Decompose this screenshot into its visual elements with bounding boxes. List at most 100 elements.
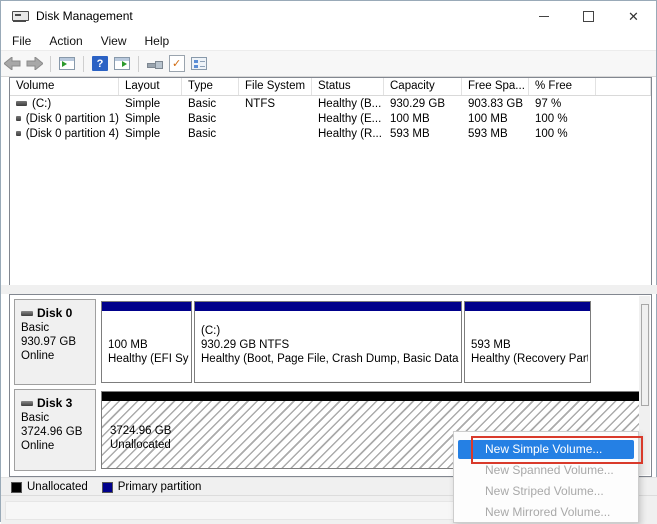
menu-item-new-simple-volume[interactable]: New Simple Volume... xyxy=(454,439,638,460)
toolbar-separator xyxy=(50,56,51,72)
title-bar: Disk Management ✕ xyxy=(1,1,656,31)
unallocated-swatch xyxy=(11,482,22,493)
volume-capacity: 930.29 GB xyxy=(384,98,462,110)
column-header-volume[interactable]: Volume xyxy=(10,78,119,95)
primary-partition-band xyxy=(465,302,590,311)
menu-item-label: New Spanned Volume... xyxy=(485,463,614,477)
volume-type: Basic xyxy=(182,128,239,140)
vertical-scrollbar[interactable] xyxy=(639,296,650,475)
minimize-button[interactable] xyxy=(521,1,566,31)
menu-item-new-spanned-volume: New Spanned Volume... xyxy=(454,460,638,481)
column-header-layout[interactable]: Layout xyxy=(119,78,182,95)
menu-item-label: New Simple Volume... xyxy=(485,442,602,456)
unallocated-size: 3724.96 GB xyxy=(110,424,171,438)
window-title: Disk Management xyxy=(36,9,133,23)
column-header-type[interactable]: Type xyxy=(182,78,239,95)
volume-layout: Simple xyxy=(119,113,182,125)
volume-status: Healthy (E... xyxy=(312,113,384,125)
maximize-button[interactable] xyxy=(566,1,611,31)
menu-item-new-striped-volume: New Striped Volume... xyxy=(454,481,638,502)
disk-name: Disk 0 xyxy=(37,306,72,320)
volume-free-space: 100 MB xyxy=(462,113,529,125)
volume-row-disk0-part1[interactable]: (Disk 0 partition 1) Simple Basic Health… xyxy=(10,111,651,126)
disk-type: Basic xyxy=(21,322,95,334)
volume-name: (Disk 0 partition 1) xyxy=(26,113,119,125)
legend-primary-label: Primary partition xyxy=(118,481,202,493)
action-pane-button[interactable] xyxy=(111,54,133,74)
menu-item-new-mirrored-volume: New Mirrored Volume... xyxy=(454,502,638,523)
partition-status: Healthy (Recovery Partiti xyxy=(471,352,588,366)
scrollbar-thumb[interactable] xyxy=(641,304,649,406)
legend-unallocated-label: Unallocated xyxy=(27,481,88,493)
menu-action[interactable]: Action xyxy=(40,32,91,50)
volume-layout: Simple xyxy=(119,98,182,110)
pane-splitter[interactable] xyxy=(1,285,657,294)
properties-icon xyxy=(191,57,207,70)
volume-free-space: 903.83 GB xyxy=(462,98,529,110)
volume-capacity: 593 MB xyxy=(384,128,462,140)
disk-size: 930.97 GB xyxy=(21,336,95,348)
partition-size: 593 MB xyxy=(471,338,588,352)
column-header-filler xyxy=(596,78,651,95)
volume-file-system: NTFS xyxy=(239,98,312,110)
check-document-button[interactable]: ✓ xyxy=(166,54,188,74)
column-header-pct-free[interactable]: % Free xyxy=(529,78,596,95)
unallocated-label: Unallocated xyxy=(110,438,171,452)
volume-name: (Disk 0 partition 4) xyxy=(26,128,119,140)
volume-row-disk0-part4[interactable]: (Disk 0 partition 4) Simple Basic Health… xyxy=(10,126,651,141)
popup-button[interactable] xyxy=(144,54,166,74)
menu-bar: File Action View Help xyxy=(1,31,656,50)
partition-recovery[interactable]: 593 MB Healthy (Recovery Partiti xyxy=(464,301,591,383)
disk-management-window: Disk Management ✕ File Action View Help … xyxy=(0,0,657,522)
console-tree-button[interactable] xyxy=(56,54,78,74)
close-button[interactable]: ✕ xyxy=(611,1,656,31)
disk-management-app-icon xyxy=(12,10,28,23)
disk-0-label[interactable]: Disk 0 Basic 930.97 GB Online xyxy=(14,299,96,385)
volume-status: Healthy (B... xyxy=(312,98,384,110)
volume-name: (C:) xyxy=(32,98,51,110)
partition-status: Healthy (Boot, Page File, Crash Dump, Ba… xyxy=(201,352,459,366)
volume-type: Basic xyxy=(182,98,239,110)
disk-icon xyxy=(21,401,33,406)
volume-list-pane: Volume Layout Type File System Status Ca… xyxy=(9,77,652,286)
properties-button[interactable] xyxy=(188,54,210,74)
volume-status: Healthy (R... xyxy=(312,128,384,140)
partition-efi[interactable]: 100 MB Healthy (EFI Syst xyxy=(101,301,192,383)
toolbar-separator xyxy=(138,56,139,72)
volume-capacity: 100 MB xyxy=(384,113,462,125)
partition-c[interactable]: (C:) 930.29 GB NTFS Healthy (Boot, Page … xyxy=(194,301,462,383)
volume-layout: Simple xyxy=(119,128,182,140)
help-button[interactable]: ? xyxy=(89,54,111,74)
back-button[interactable] xyxy=(1,54,23,74)
disk-icon xyxy=(21,311,33,316)
forward-button[interactable] xyxy=(23,54,45,74)
disk-0-row: Disk 0 Basic 930.97 GB Online 100 MB Hea… xyxy=(14,299,640,385)
column-header-file-system[interactable]: File System xyxy=(239,78,312,95)
column-header-capacity[interactable]: Capacity xyxy=(384,78,462,95)
menu-view[interactable]: View xyxy=(92,32,136,50)
volume-icon xyxy=(16,101,27,106)
primary-partition-band xyxy=(102,302,191,311)
partition-size: 100 MB xyxy=(108,338,189,352)
volume-row-c[interactable]: (C:) Simple Basic NTFS Healthy (B... 930… xyxy=(10,96,651,111)
menu-item-label: New Mirrored Volume... xyxy=(485,505,610,519)
volume-pct-free: 100 % xyxy=(529,128,596,140)
volume-free-space: 593 MB xyxy=(462,128,529,140)
maximize-icon xyxy=(583,11,594,22)
check-document-icon: ✓ xyxy=(169,55,185,72)
column-header-free-space[interactable]: Free Spa... xyxy=(462,78,529,95)
action-pane-icon xyxy=(114,57,130,70)
menu-file[interactable]: File xyxy=(1,32,40,50)
minimize-icon xyxy=(539,16,549,17)
partition-letter: (C:) xyxy=(201,324,459,338)
unallocated-band xyxy=(102,392,639,401)
popup-icon xyxy=(147,58,163,70)
primary-partition-band xyxy=(195,302,461,311)
back-icon xyxy=(4,57,21,70)
disk-status: Online xyxy=(21,350,95,362)
column-header-status[interactable]: Status xyxy=(312,78,384,95)
menu-help[interactable]: Help xyxy=(136,32,179,50)
volume-type: Basic xyxy=(182,113,239,125)
disk-name: Disk 3 xyxy=(37,396,72,410)
disk-3-label[interactable]: Disk 3 Basic 3724.96 GB Online xyxy=(14,389,96,471)
